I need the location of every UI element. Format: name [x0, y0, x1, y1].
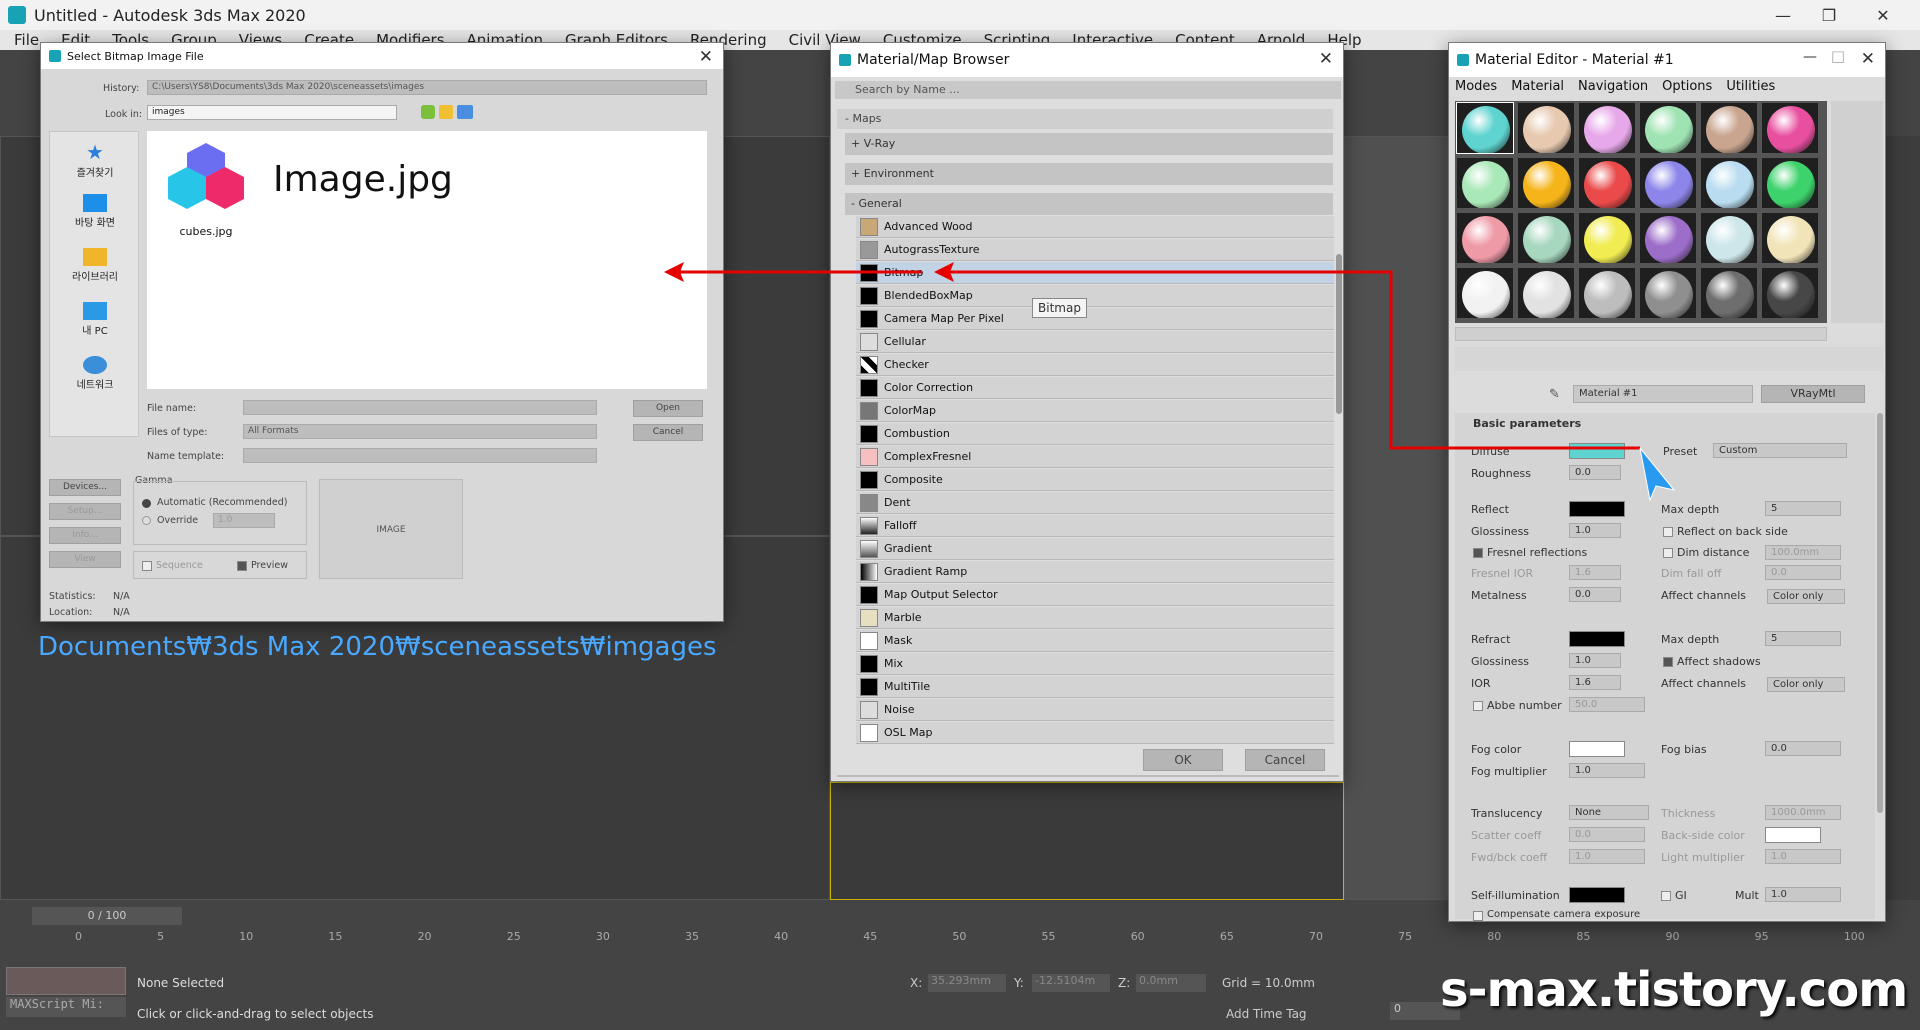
arrow-to-bitmap	[934, 262, 1640, 450]
cursor-icon	[1639, 447, 1676, 502]
annotation-overlay	[664, 262, 1676, 502]
arrow-to-dialog	[664, 262, 922, 282]
